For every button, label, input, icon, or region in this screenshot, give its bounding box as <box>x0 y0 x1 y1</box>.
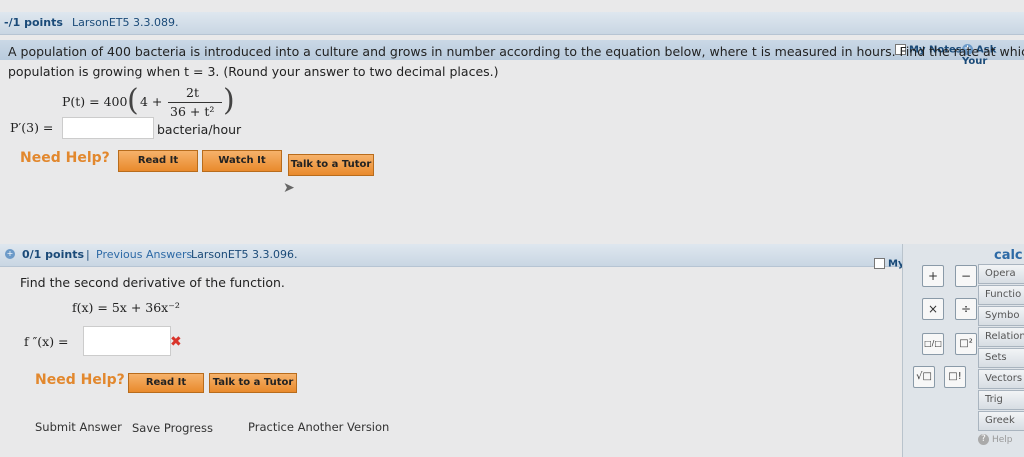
checkbox-icon <box>874 258 885 269</box>
q2-instruction: Find the second derivative of the functi… <box>20 275 285 290</box>
practice-another-version-button[interactable]: Practice Another Version <box>248 420 389 434</box>
q2-answer-input[interactable] <box>83 326 171 356</box>
q1-answer-input[interactable] <box>62 117 154 139</box>
calc-tab-greek[interactable]: Greek <box>978 411 1024 431</box>
calc-tab-sets[interactable]: Sets <box>978 348 1024 368</box>
q1-equation-four: 4 + <box>140 94 163 109</box>
q1-equation-lhs: P(t) = 400 <box>62 94 128 109</box>
q2-points: 0/1 points <box>22 248 84 261</box>
q1-fraction-numerator: 2t <box>186 85 199 100</box>
q1-text-line1: A population of 400 bacteria is introduc… <box>8 44 1024 59</box>
q1-need-help: Need Help? <box>20 150 110 166</box>
q2-previous-answers-link[interactable]: Previous Answers <box>96 248 192 261</box>
q2-source: LarsonET5 3.3.096. <box>191 248 298 261</box>
calc-tab-functions[interactable]: Functio <box>978 285 1024 305</box>
q2-need-help: Need Help? <box>35 372 125 388</box>
q1-answer-label: P′(3) = <box>10 120 54 135</box>
q2-status-icon: + <box>5 249 15 259</box>
help-icon: ? <box>978 434 989 445</box>
calc-key-fraction[interactable]: □/□ <box>922 333 944 355</box>
calc-key-times[interactable]: × <box>922 298 944 320</box>
q1-fraction-denominator: 36 + t² <box>170 104 215 119</box>
q2-separator: | <box>86 248 90 261</box>
calc-key-power[interactable]: □² <box>955 333 977 355</box>
q1-text-line2: population is growing when t = 3. (Round… <box>8 64 499 79</box>
calc-tab-operations[interactable]: Opera <box>978 264 1024 284</box>
submit-answer-button[interactable]: Submit Answer <box>35 420 122 434</box>
mouse-cursor-icon: ➤ <box>283 180 295 196</box>
calc-key-sqrt[interactable]: √□ <box>913 366 935 388</box>
q1-fraction-line <box>168 102 222 103</box>
q1-points: -/1 points <box>4 16 63 29</box>
calc-tab-relations[interactable]: Relation <box>978 327 1024 347</box>
wrong-answer-icon: ✖ <box>170 334 182 350</box>
q1-unit: bacteria/hour <box>157 122 242 137</box>
calc-key-plus[interactable]: + <box>922 265 944 287</box>
q1-open-paren: ( <box>127 83 139 118</box>
q1-close-paren: ) <box>223 83 235 118</box>
calc-tab-symbols[interactable]: Symbo <box>978 306 1024 326</box>
calc-key-minus[interactable]: − <box>955 265 977 287</box>
calc-tab-trig[interactable]: Trig <box>978 390 1024 410</box>
calc-key-factorial[interactable]: □! <box>944 366 966 388</box>
q2-answer-label: f ″(x) = <box>24 334 69 349</box>
calc-help-label: Help <box>992 435 1013 445</box>
q2-read-it-button[interactable]: Read It <box>128 373 204 393</box>
calc-title: calc <box>994 248 1023 263</box>
q1-watch-it-button[interactable]: Watch It <box>202 150 282 172</box>
q2-function: f(x) = 5x + 36x⁻² <box>72 300 180 315</box>
q1-read-it-button[interactable]: Read It <box>118 150 198 172</box>
save-progress-button[interactable]: Save Progress <box>132 421 213 435</box>
q1-source: LarsonET5 3.3.089. <box>72 16 179 29</box>
calc-help-link[interactable]: ? Help <box>978 434 1013 445</box>
calc-tab-vectors[interactable]: Vectors <box>978 369 1024 389</box>
calc-key-divide[interactable]: ÷ <box>955 298 977 320</box>
q1-talk-to-tutor-button[interactable]: Talk to a Tutor <box>288 154 374 176</box>
q2-talk-to-tutor-button[interactable]: Talk to a Tutor <box>209 373 297 393</box>
